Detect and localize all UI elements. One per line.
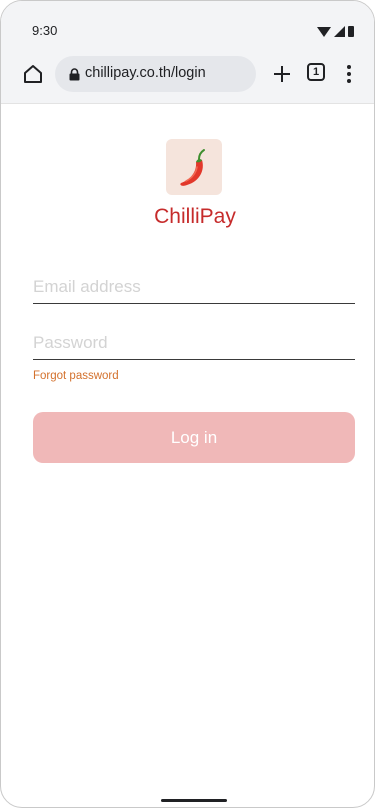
more-vert-icon[interactable]: [345, 63, 353, 85]
brand-name: ChilliPay: [154, 205, 236, 228]
gesture-nav-bar[interactable]: [161, 799, 227, 802]
browser-toolbar: chillipay.co.th/login 1: [1, 45, 374, 104]
battery-icon: [348, 26, 354, 37]
plus-icon[interactable]: [271, 63, 293, 85]
tab-switcher-icon[interactable]: 1: [307, 63, 325, 81]
password-input[interactable]: [33, 327, 355, 360]
email-input[interactable]: [33, 271, 355, 304]
status-time: 9:30: [32, 23, 58, 38]
home-icon[interactable]: [22, 63, 44, 85]
url-text: chillipay.co.th/login: [85, 65, 206, 81]
status-bar: 9:30: [1, 1, 374, 45]
chili-pepper-icon: [180, 149, 205, 186]
status-icons: [317, 25, 354, 37]
login-button[interactable]: Log in: [33, 412, 355, 463]
lock-icon: [69, 68, 80, 81]
wifi-icon: [317, 27, 331, 37]
brand-logo: [166, 139, 222, 195]
url-bar[interactable]: chillipay.co.th/login: [55, 56, 256, 92]
signal-icon: [334, 26, 345, 37]
forgot-password-link[interactable]: Forgot password: [33, 370, 119, 382]
phone-screen: 9:30 chillipay.co.th/login 1 ChilliPay E…: [0, 0, 375, 808]
